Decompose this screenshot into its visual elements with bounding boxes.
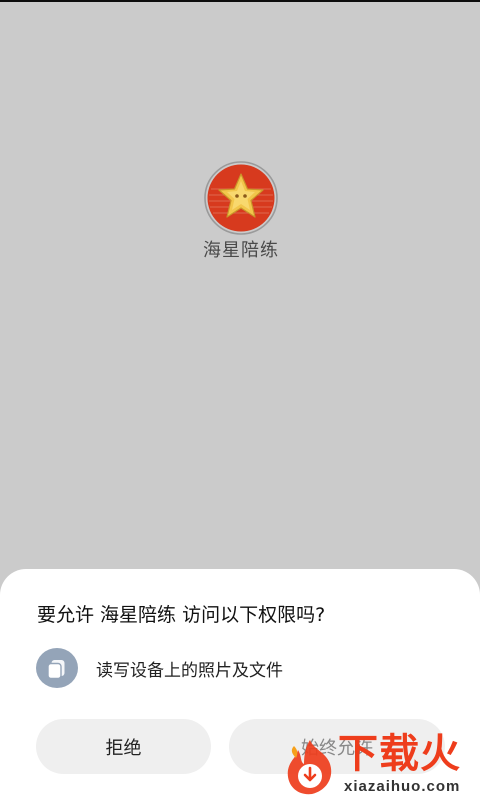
dialog-title: 要允许 海星陪练 访问以下权限吗? [37, 604, 326, 626]
permission-row: 读写设备上的照片及文件 [36, 648, 283, 688]
status-bar [0, 0, 480, 2]
allow-button[interactable]: 始终允许 [229, 719, 445, 774]
permission-label: 读写设备上的照片及文件 [96, 660, 283, 681]
app-icon [203, 160, 279, 236]
app-name: 海星陪练 [203, 240, 279, 261]
starfish-icon [204, 161, 278, 235]
document-copy-icon [36, 648, 78, 688]
deny-button[interactable]: 拒绝 [36, 719, 211, 774]
